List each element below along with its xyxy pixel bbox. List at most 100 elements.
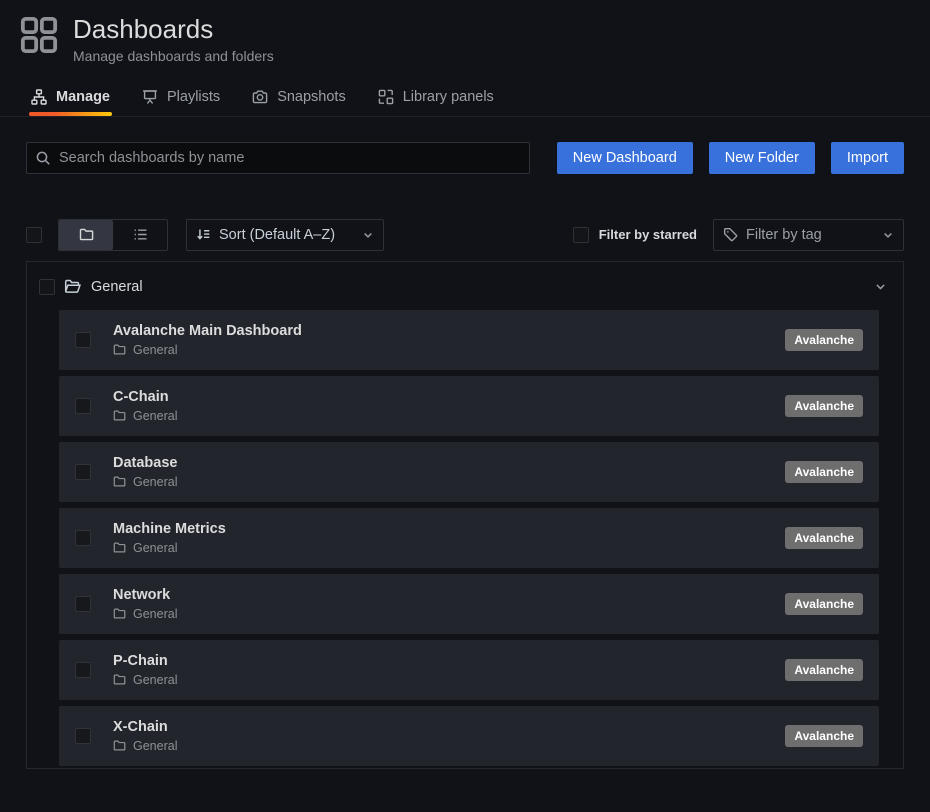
row-checkbox[interactable] <box>75 530 91 546</box>
select-all-checkbox[interactable] <box>26 227 42 243</box>
import-button[interactable]: Import <box>831 142 904 174</box>
row-main: Machine Metrics General <box>113 521 226 555</box>
dashboard-row[interactable]: Machine Metrics General Avalanche <box>59 508 879 568</box>
dashboard-title: Network <box>113 587 177 603</box>
search-row: New Dashboard New Folder Import <box>26 142 904 174</box>
dashboard-row[interactable]: Network General Avalanche <box>59 574 879 634</box>
results-container: General Avalanche Main Dashboard General… <box>26 261 904 769</box>
tab-snapshots[interactable]: Snapshots <box>250 81 348 116</box>
dashboard-folder-label: General <box>133 739 177 753</box>
row-checkbox[interactable] <box>75 464 91 480</box>
page-subtitle: Manage dashboards and folders <box>73 48 274 64</box>
row-main: C-Chain General <box>113 389 177 423</box>
folder-open-icon <box>64 278 81 295</box>
sort-dropdown[interactable]: Sort (Default A–Z) <box>186 219 384 251</box>
sitemap-icon <box>31 89 47 105</box>
new-folder-button[interactable]: New Folder <box>709 142 815 174</box>
page-title: Dashboards <box>73 15 274 45</box>
apps-icon <box>20 16 58 54</box>
dashboard-folder: General <box>113 475 177 489</box>
dashboard-folder: General <box>113 343 302 357</box>
dashboard-row[interactable]: Avalanche Main Dashboard General Avalanc… <box>59 310 879 370</box>
tag-badge[interactable]: Avalanche <box>785 461 863 483</box>
tab-label: Library panels <box>403 89 494 105</box>
dashboard-folder: General <box>113 673 177 687</box>
row-checkbox[interactable] <box>75 332 91 348</box>
tag-filter-label: Filter by tag <box>746 227 822 243</box>
tag-badge[interactable]: Avalanche <box>785 329 863 351</box>
tag-badge[interactable]: Avalanche <box>785 593 863 615</box>
folder-icon <box>113 343 126 356</box>
chevron-down-icon[interactable] <box>874 280 887 293</box>
dashboard-row[interactable]: Database General Avalanche <box>59 442 879 502</box>
action-buttons: New Dashboard New Folder Import <box>557 142 904 174</box>
starred-filter[interactable]: Filter by starred <box>573 227 697 243</box>
row-checkbox[interactable] <box>75 398 91 414</box>
tab-manage[interactable]: Manage <box>29 81 112 116</box>
search-input[interactable] <box>26 142 530 174</box>
dashboard-folder: General <box>113 409 177 423</box>
row-checkbox[interactable] <box>75 596 91 612</box>
dashboard-title: C-Chain <box>113 389 177 405</box>
tab-label: Manage <box>56 89 110 105</box>
main-content: New Dashboard New Folder Import <box>0 142 930 769</box>
search-icon <box>35 150 51 166</box>
dashboard-folder-label: General <box>133 409 177 423</box>
tab-playlists[interactable]: Playlists <box>140 81 222 116</box>
tag-badge[interactable]: Avalanche <box>785 395 863 417</box>
folder-view-button[interactable] <box>59 220 113 250</box>
folder-icon <box>113 673 126 686</box>
tab-label: Snapshots <box>277 89 346 105</box>
list-icon <box>133 227 148 242</box>
folder-checkbox[interactable] <box>39 279 55 295</box>
tag-badge[interactable]: Avalanche <box>785 659 863 681</box>
tag-badge[interactable]: Avalanche <box>785 527 863 549</box>
page-header: Dashboards Manage dashboards and folders <box>0 0 930 64</box>
row-checkbox[interactable] <box>75 728 91 744</box>
dashboard-row[interactable]: C-Chain General Avalanche <box>59 376 879 436</box>
folder-icon <box>113 475 126 488</box>
sort-label: Sort (Default A–Z) <box>219 227 335 243</box>
dashboard-folder-label: General <box>133 475 177 489</box>
chevron-down-icon <box>362 229 374 241</box>
library-panel-icon <box>378 89 394 105</box>
dashboard-title: Database <box>113 455 177 471</box>
dashboard-title: Avalanche Main Dashboard <box>113 323 302 339</box>
dashboard-folder-label: General <box>133 343 177 357</box>
tag-badge[interactable]: Avalanche <box>785 725 863 747</box>
tag-filter-dropdown[interactable]: Filter by tag <box>713 219 904 251</box>
row-main: Network General <box>113 587 177 621</box>
starred-checkbox[interactable] <box>573 227 589 243</box>
folder-name: General <box>91 279 143 295</box>
dashboard-row[interactable]: P-Chain General Avalanche <box>59 640 879 700</box>
dashboard-title: P-Chain <box>113 653 177 669</box>
search-wrap <box>26 142 530 174</box>
dashboard-row[interactable]: X-Chain General Avalanche <box>59 706 879 766</box>
list-view-button[interactable] <box>113 220 167 250</box>
dashboard-title: Machine Metrics <box>113 521 226 537</box>
header-text: Dashboards Manage dashboards and folders <box>73 15 274 64</box>
tag-icon <box>723 227 738 242</box>
camera-icon <box>252 89 268 105</box>
dashboard-folder-label: General <box>133 607 177 621</box>
folder-icon <box>79 227 94 242</box>
folder-icon <box>113 739 126 752</box>
row-main: Avalanche Main Dashboard General <box>113 323 302 357</box>
row-checkbox[interactable] <box>75 662 91 678</box>
dashboard-list: Avalanche Main Dashboard General Avalanc… <box>27 305 903 766</box>
dashboard-folder: General <box>113 607 177 621</box>
row-main: X-Chain General <box>113 719 177 753</box>
dashboard-folder-label: General <box>133 673 177 687</box>
dashboard-folder: General <box>113 739 177 753</box>
folder-icon <box>113 409 126 422</box>
folder-icon <box>113 541 126 554</box>
row-main: Database General <box>113 455 177 489</box>
tab-label: Playlists <box>167 89 220 105</box>
presentation-icon <box>142 89 158 105</box>
tab-library-panels[interactable]: Library panels <box>376 81 496 116</box>
new-dashboard-button[interactable]: New Dashboard <box>557 142 693 174</box>
folder-section-header[interactable]: General <box>27 269 903 305</box>
dashboard-folder: General <box>113 541 226 555</box>
view-toggle <box>58 219 168 251</box>
dashboard-title: X-Chain <box>113 719 177 735</box>
